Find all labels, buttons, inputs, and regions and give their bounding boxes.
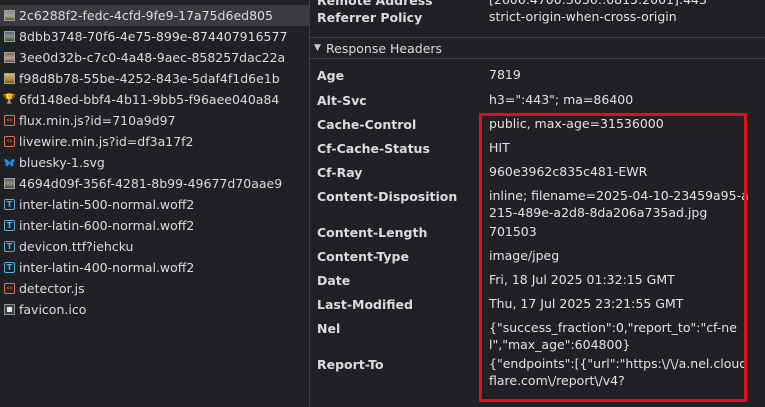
header-name: Referrer Policy [317, 10, 423, 25]
request-name: 8dbb3748-70f6-4e75-899e-874407916577 [19, 29, 288, 44]
section-title: Response Headers [326, 40, 443, 56]
request-row[interactable]: ‹› flux.min.js?id=710a9d97 [0, 110, 309, 131]
image-icon [4, 73, 15, 84]
favicon-icon [4, 304, 15, 315]
header-name: Content-Type [317, 249, 409, 264]
header-value: Thu, 17 Jul 2025 23:21:55 GMT [489, 296, 684, 311]
image-icon [4, 31, 15, 42]
image-icon [4, 178, 15, 189]
script-icon: ‹› [4, 283, 15, 294]
request-row[interactable]: T inter-latin-400-normal.woff2 [0, 257, 309, 278]
header-name: Alt-Svc [317, 93, 367, 108]
header-value: HIT [489, 140, 510, 155]
header-name: Content-Disposition [317, 189, 458, 204]
header-value: {"endpoints":[{"url":"https:\/\/a.nel.cl… [489, 356, 748, 388]
request-name: 6fd148ed-bbf4-4b11-9bb5-f96aee040a84 [19, 92, 280, 107]
trophy-image-icon: 🏆 [3, 93, 16, 105]
header-name: Cache-Control [317, 117, 417, 132]
request-row[interactable]: ‹› detector.js [0, 278, 309, 299]
request-list: 2c6288f2-fedc-4cfd-9fe9-17a75d6ed805 8db… [0, 0, 309, 407]
header-name: Last-Modified [317, 297, 413, 312]
headers-panel: Remote Address [2606:4700:3036::6815:200… [310, 0, 765, 407]
header-name: Nel [317, 321, 341, 336]
request-row[interactable]: T devicon.ttf?iehcku [0, 236, 309, 257]
request-name: 3ee0d32b-c7c0-4a48-9aec-858257dac22a [19, 50, 286, 65]
image-icon [4, 52, 15, 63]
response-headers-section-toggle[interactable]: ▼ Response Headers [310, 37, 765, 59]
request-name: 4694d09f-356f-4281-8b99-49677d70aae9 [19, 176, 283, 191]
request-name: 2c6288f2-fedc-4cfd-9fe9-17a75d6ed805 [19, 8, 273, 23]
script-icon: ‹› [4, 115, 15, 126]
request-name: flux.min.js?id=710a9d97 [19, 113, 176, 128]
request-row[interactable]: 4694d09f-356f-4281-8b99-49677d70aae9 [0, 173, 309, 194]
request-row[interactable]: ‹› livewire.min.js?id=df3a17f2 [0, 131, 309, 152]
request-row[interactable]: bluesky-1.svg [0, 152, 309, 173]
request-name: favicon.ico [19, 302, 87, 317]
request-row[interactable]: favicon.ico [0, 299, 309, 320]
request-row[interactable]: T inter-latin-600-normal.woff2 [0, 215, 309, 236]
header-value: [2606:4700:3036::6815:2001]:443 [489, 0, 749, 9]
request-name: f98d8b78-55be-4252-843e-5daf4f1d6e1b [19, 71, 280, 86]
header-name: Age [317, 68, 345, 83]
request-name: bluesky-1.svg [19, 155, 105, 170]
header-value: image/jpeg [489, 248, 560, 263]
header-name: Cf-Cache-Status [317, 141, 430, 156]
header-value: h3=":443"; ma=86400 [489, 92, 634, 107]
header-value: Fri, 18 Jul 2025 01:32:15 GMT [489, 272, 675, 287]
header-value: public, max-age=31536000 [489, 116, 664, 131]
header-value: 701503 [489, 224, 537, 239]
request-row[interactable]: 3ee0d32b-c7c0-4a48-9aec-858257dac22a [0, 47, 309, 68]
request-row[interactable]: 8dbb3748-70f6-4e75-899e-874407916577 [0, 26, 309, 47]
script-icon: ‹› [4, 136, 15, 147]
request-name: devicon.ttf?iehcku [19, 239, 134, 254]
header-value: 7819 [489, 67, 521, 82]
font-icon: T [4, 220, 15, 231]
request-name: inter-latin-400-normal.woff2 [19, 260, 195, 275]
header-name: Remote Address [317, 0, 433, 8]
bluesky-butterfly-icon [4, 157, 15, 168]
header-value: inline; filename=2025-04-10-23459a95-a21… [489, 188, 749, 220]
request-row[interactable]: 2c6288f2-fedc-4cfd-9fe9-17a75d6ed805 [0, 5, 309, 26]
expand-arrow-icon: ▼ [314, 43, 321, 53]
request-name: livewire.min.js?id=df3a17f2 [19, 134, 194, 149]
font-icon: T [4, 199, 15, 210]
request-name: inter-latin-500-normal.woff2 [19, 197, 195, 212]
header-value: {"success_fraction":0,"report_to":"cf-ne… [489, 320, 737, 352]
header-name: Content-Length [317, 225, 428, 240]
request-row[interactable]: 🏆 6fd148ed-bbf4-4b11-9bb5-f96aee040a84 [0, 89, 309, 110]
image-icon [4, 10, 15, 21]
request-row[interactable]: T inter-latin-500-normal.woff2 [0, 194, 309, 215]
request-name: detector.js [19, 281, 85, 296]
request-name: inter-latin-600-normal.woff2 [19, 218, 195, 233]
font-icon: T [4, 241, 15, 252]
font-icon: T [4, 262, 15, 273]
header-value: strict-origin-when-cross-origin [489, 9, 677, 24]
header-name: Cf-Ray [317, 165, 363, 180]
header-name: Date [317, 273, 351, 288]
request-row[interactable]: f98d8b78-55be-4252-843e-5daf4f1d6e1b [0, 68, 309, 89]
header-name: Report-To [317, 357, 384, 372]
header-value: 960e3962c835c481-EWR [489, 164, 648, 179]
